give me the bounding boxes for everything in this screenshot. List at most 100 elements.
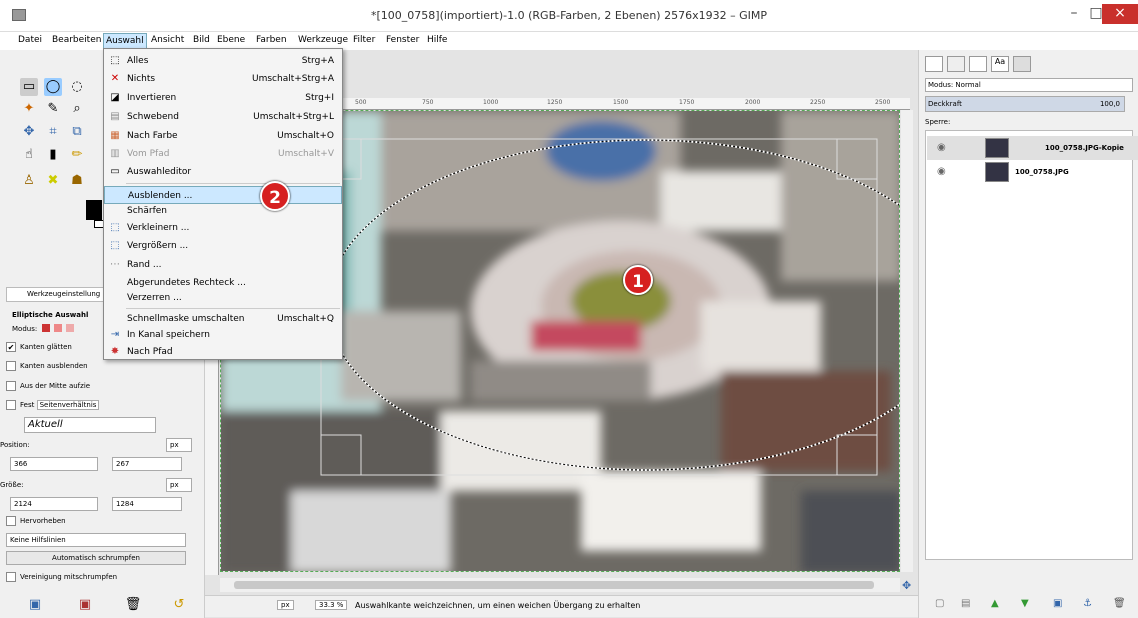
close-button[interactable]: ×: [1102, 4, 1138, 24]
horizontal-scrollbar[interactable]: [220, 578, 900, 592]
menu-item-auswahleditor[interactable]: ▭ Auswahleditor: [104, 163, 342, 181]
delete-options-icon[interactable]: 🗑: [124, 596, 142, 614]
fixed-dropdown[interactable]: Seitenverhältnis: [36, 400, 100, 410]
ruler-tick: 1500: [613, 99, 629, 106]
menu-auswahl[interactable]: Auswahl: [103, 33, 147, 49]
menu-ebene[interactable]: Ebene: [217, 35, 245, 45]
vertical-scrollbar[interactable]: [901, 110, 913, 572]
scrollbar-thumb[interactable]: [234, 581, 874, 589]
menu-item-in-kanal-speichern[interactable]: ⇥ In Kanal speichern: [104, 326, 342, 344]
mode-add-icon[interactable]: [54, 324, 62, 332]
layer-name[interactable]: 100_0758.JPG-Kopie: [1045, 136, 1124, 160]
mode-subtract-icon[interactable]: [66, 324, 74, 332]
menu-item-verkleinern[interactable]: ⬚ Verkleinern ...: [104, 219, 342, 237]
visibility-eye-icon[interactable]: ◉: [937, 160, 946, 184]
ellipse-select-icon[interactable]: ◯: [44, 78, 62, 96]
zoom-icon[interactable]: ⌕: [68, 100, 86, 118]
menu-item-schwebend[interactable]: ▤ Schwebend Umschalt+Strg+L: [104, 108, 342, 126]
menu-item-verzerren[interactable]: Verzerren ...: [104, 289, 342, 307]
text-tab-icon[interactable]: Aa: [991, 56, 1009, 72]
new-layer-icon[interactable]: ▢: [935, 598, 944, 609]
layer-name[interactable]: 100_0758.JPG: [1015, 160, 1069, 184]
fixed-checkbox[interactable]: [6, 400, 16, 410]
reset-options-icon[interactable]: ↺: [170, 596, 188, 614]
menu-bild[interactable]: Bild: [193, 35, 210, 45]
fuzzy-select-icon[interactable]: ✦: [20, 100, 38, 118]
crop-icon[interactable]: ⌗: [44, 123, 62, 141]
menu-item-invertieren[interactable]: ◪ Invertieren Strg+I: [104, 89, 342, 107]
lower-layer-icon[interactable]: ▼: [1021, 598, 1029, 609]
anchor-layer-icon[interactable]: ⚓: [1083, 598, 1092, 609]
dock-tabs: Aa: [925, 56, 1035, 72]
menu-werkzeuge[interactable]: Werkzeuge: [298, 35, 348, 45]
clone-icon[interactable]: ♙: [20, 172, 38, 190]
layer-row[interactable]: ◉ 100_0758.JPG: [927, 160, 1138, 184]
zoom-select[interactable]: 33.3 %: [315, 600, 348, 610]
menu-farben[interactable]: Farben: [256, 35, 287, 45]
mode-replace-icon[interactable]: [42, 324, 50, 332]
menu-item-vergroessern[interactable]: ⬚ Vergrößern ...: [104, 237, 342, 255]
blend-icon[interactable]: ▮: [44, 146, 62, 164]
menu-item-nach-pfad[interactable]: ✸ Nach Pfad: [104, 343, 342, 361]
menu-fenster[interactable]: Fenster: [386, 35, 419, 45]
new-group-icon[interactable]: ▤: [961, 598, 970, 609]
layer-mode-select[interactable]: Modus: Normal: [925, 78, 1133, 92]
menu-bearbeiten[interactable]: Bearbeiten: [52, 35, 101, 45]
save-options-icon[interactable]: ▣: [26, 596, 44, 614]
layer-row[interactable]: ◉ 100_0758.JPG-Kopie: [927, 136, 1138, 160]
paths-icon[interactable]: ✎: [44, 100, 62, 118]
menu-datei[interactable]: Datei: [18, 35, 42, 45]
restore-options-icon[interactable]: ▣: [76, 596, 94, 614]
duplicate-layer-icon[interactable]: ▣: [1053, 598, 1062, 609]
ruler-tick: 1750: [679, 99, 695, 106]
autoshrink-button[interactable]: Automatisch schrumpfen: [6, 551, 186, 565]
rect-select-icon[interactable]: ▭: [20, 78, 38, 96]
delete-layer-icon[interactable]: 🗑: [1113, 598, 1126, 609]
menu-ansicht[interactable]: Ansicht: [151, 35, 184, 45]
feather-checkbox[interactable]: [6, 361, 16, 371]
channels-tab-icon[interactable]: [947, 56, 965, 72]
opacity-slider[interactable]: Deckkraft 100,0: [925, 96, 1125, 112]
raise-layer-icon[interactable]: ▲: [991, 598, 999, 609]
shrink-merged-checkbox[interactable]: [6, 572, 16, 582]
highlight-checkbox[interactable]: [6, 516, 16, 526]
expand-center-checkbox[interactable]: [6, 381, 16, 391]
menu-item-shortcut: Umschalt+Strg+A: [252, 74, 334, 84]
size-height-field[interactable]: 1284: [112, 497, 182, 511]
paths-tab-icon[interactable]: [969, 56, 987, 72]
free-select-icon[interactable]: ◌: [68, 78, 86, 96]
menu-item-schaerfen[interactable]: Schärfen: [104, 202, 342, 220]
aspect-field[interactable]: Aktuell: [24, 417, 156, 433]
menu-item-nach-farbe[interactable]: ▦ Nach Farbe Umschalt+O: [104, 127, 342, 145]
guides-select[interactable]: Keine Hilfslinien: [6, 533, 186, 547]
menu-filter[interactable]: Filter: [353, 35, 375, 45]
dodge-icon[interactable]: ☗: [68, 172, 86, 190]
float-icon: ▤: [110, 111, 120, 122]
from-path-icon: ▥: [110, 148, 120, 159]
ruler-tick: 2500: [875, 99, 891, 106]
menu-item-label: Alles: [127, 56, 149, 66]
position-x-field[interactable]: 366: [10, 457, 98, 471]
antialias-checkbox[interactable]: ✔: [6, 342, 16, 352]
layers-tab-icon[interactable]: [925, 56, 943, 72]
menu-item-rand[interactable]: ⋯ Rand ...: [104, 256, 342, 274]
foreground-color-swatch[interactable]: [86, 200, 102, 220]
size-unit-select[interactable]: px: [166, 478, 192, 492]
heal-icon[interactable]: ☝: [20, 146, 38, 164]
menu-item-nichts[interactable]: ✕ Nichts Umschalt+Strg+A: [104, 70, 342, 88]
menu-hilfe[interactable]: Hilfe: [427, 35, 447, 45]
patterns-tab-icon[interactable]: [1013, 56, 1031, 72]
position-unit-select[interactable]: px: [166, 438, 192, 452]
visibility-eye-icon[interactable]: ◉: [937, 136, 946, 160]
position-y-field[interactable]: 267: [112, 457, 182, 471]
unit-select[interactable]: px: [277, 600, 294, 610]
size-width-field[interactable]: 2124: [10, 497, 98, 511]
pencil-icon[interactable]: ✏: [68, 146, 86, 164]
status-message: Auswahlkante weichzeichnen, um einen wei…: [355, 601, 641, 610]
smudge-icon[interactable]: ✖: [44, 172, 62, 190]
navigate-icon[interactable]: ✥: [902, 580, 914, 592]
move-icon[interactable]: ✥: [20, 123, 38, 141]
by-color-icon: ▦: [110, 130, 120, 141]
transform-icon[interactable]: ⧉: [68, 123, 86, 141]
menu-item-alles[interactable]: ⬚ Alles Strg+A: [104, 52, 342, 70]
